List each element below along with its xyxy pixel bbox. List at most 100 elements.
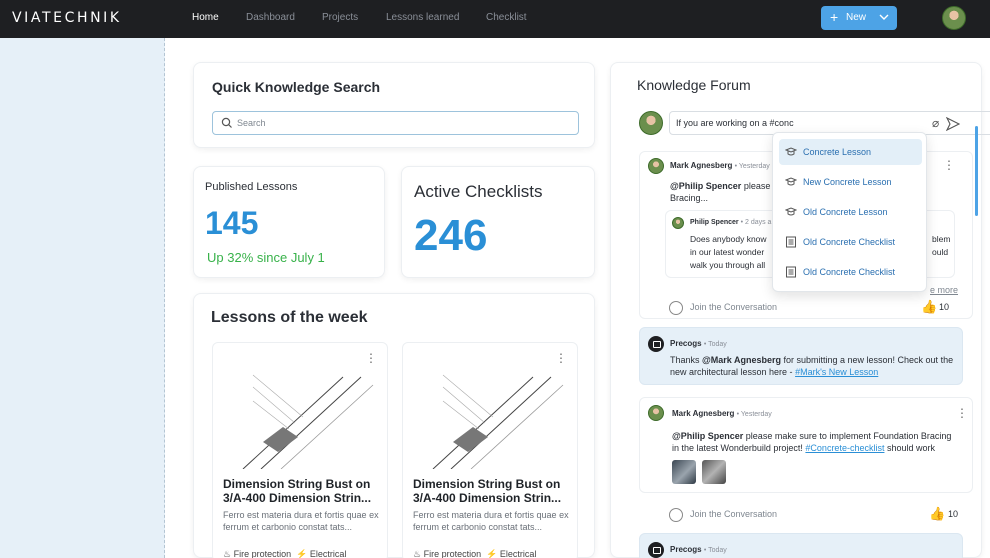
lesson-title: Dimension String Bust on 3/A-400 Dimensi…	[223, 477, 372, 505]
post-author: Precogs • Today	[670, 339, 727, 348]
new-button[interactable]: + New	[821, 6, 897, 30]
lessons-week-title: Lessons of the week	[211, 309, 368, 326]
tag-electrical: Electrical	[499, 549, 537, 558]
author-avatar	[648, 405, 664, 421]
paperclip-icon[interactable]: ⌀	[932, 116, 939, 130]
tag-fire-protection: Fire protection	[233, 549, 292, 558]
suggestion-label: Old Concrete Checklist	[803, 267, 896, 277]
tag-fire-protection: Fire protection	[423, 549, 482, 558]
post-body: @Philip Spencer please m	[670, 181, 781, 191]
suggestion-old-concrete-checklist[interactable]: Old Concrete Checklist	[779, 259, 922, 285]
thumbs-up-icon[interactable]: 👍	[929, 506, 945, 522]
app-logo[interactable]: VIATECHNIK	[12, 10, 122, 26]
plus-icon: +	[830, 9, 839, 25]
new-button-label: New	[846, 12, 867, 23]
image-thumbnail[interactable]	[672, 460, 696, 484]
post-author: Precogs • Today	[670, 545, 727, 554]
lesson-drawing	[432, 374, 564, 469]
checklist-link[interactable]: #Concrete-checklist	[805, 443, 884, 453]
lesson-description: Ferro est materia dura et fortis quae ex…	[413, 510, 569, 532]
quick-search-card: Quick Knowledge Search Search	[193, 62, 595, 148]
join-conversation-link[interactable]: Join the Conversation	[690, 509, 777, 519]
forum-title: Knowledge Forum	[637, 77, 751, 93]
fire-icon: ♨	[413, 549, 422, 558]
reply-line: in our latest wonder	[690, 247, 765, 257]
author-avatar	[648, 158, 664, 174]
reply-author: Philip Spencer • 2 days a	[690, 219, 772, 226]
reply-line: Does anybody know	[690, 234, 767, 244]
user-avatar	[639, 111, 663, 135]
quick-search-title: Quick Knowledge Search	[212, 79, 381, 95]
more-options-icon[interactable]: ⋮	[956, 407, 968, 419]
reply-line: walk you through all	[690, 260, 766, 270]
left-sidebar	[0, 38, 165, 558]
top-navigation-bar: VIATECHNIK Home Dashboard Projects Lesso…	[0, 0, 990, 38]
post-body-cont: in the latest Wonderbuild project! #Conc…	[672, 443, 935, 453]
suggestion-old-concrete-lesson[interactable]: Old Concrete Lesson	[779, 199, 922, 225]
forum-input-value: If you are working on a #conc	[676, 118, 794, 128]
suggestion-concrete-lesson[interactable]: Concrete Lesson	[779, 139, 922, 165]
like-count: 10	[948, 509, 959, 519]
suggestion-label: Old Concrete Checklist	[803, 237, 896, 247]
suggestion-label: New Concrete Lesson	[803, 177, 892, 187]
electrical-icon: ⚡	[296, 549, 308, 558]
reply-line: ould	[932, 247, 949, 257]
forum-post: Precogs • Today	[639, 533, 963, 558]
lesson-link[interactable]: #Mark's New Lesson	[795, 367, 878, 377]
published-lessons-trend: Up 32% since July 1	[207, 250, 325, 265]
search-input[interactable]: Search	[212, 111, 579, 135]
see-more-link[interactable]: e more	[930, 285, 958, 295]
active-checklists-count: 246	[414, 211, 488, 260]
electrical-icon: ⚡	[486, 549, 498, 558]
graduation-cap-icon	[785, 177, 797, 186]
lesson-tags: ♨ Fire protection ⚡ Electrical	[223, 549, 346, 558]
lessons-of-the-week-card: Lessons of the week ⋮ Dimension String B…	[193, 293, 595, 558]
tag-electrical: Electrical	[309, 549, 347, 558]
lesson-card[interactable]: ⋮ Dimension String Bust on 3/A-400 Dimen…	[212, 342, 388, 558]
nav-item-dashboard[interactable]: Dashboard	[246, 12, 295, 23]
published-lessons-card: Published Lessons 145 Up 32% since July …	[193, 166, 385, 278]
published-lessons-title: Published Lessons	[205, 181, 298, 193]
user-avatar[interactable]	[942, 6, 966, 30]
search-icon	[221, 117, 232, 128]
reply-author-avatar	[672, 217, 684, 229]
nav-item-lessons-learned[interactable]: Lessons learned	[386, 12, 459, 23]
comment-icon	[669, 508, 683, 522]
suggestion-label: Concrete Lesson	[803, 147, 872, 157]
forum-post: Mark Agnesberg • Yesterday ⋮ @Philip Spe…	[639, 397, 973, 493]
image-thumbnail[interactable]	[702, 460, 726, 484]
forum-post: Precogs • Today Thanks @Mark Agnesberg f…	[639, 327, 963, 385]
post-author: Mark Agnesberg • Yesterday	[672, 409, 772, 418]
like-count: 10	[939, 302, 950, 312]
checklist-icon	[786, 236, 796, 248]
active-checklists-title: Active Checklists	[414, 182, 543, 201]
suggestion-new-concrete-lesson[interactable]: New Concrete Lesson	[779, 169, 922, 195]
lesson-title: Dimension String Bust on 3/A-400 Dimensi…	[413, 477, 562, 505]
precogs-avatar	[648, 336, 664, 352]
lesson-tags: ♨ Fire protection ⚡ Electrical	[413, 549, 536, 558]
lesson-description: Ferro est materia dura et fortis quae ex…	[223, 510, 379, 532]
precogs-avatar	[648, 542, 664, 558]
checklist-icon	[786, 266, 796, 278]
fire-icon: ♨	[223, 549, 232, 558]
reply-line: blem	[932, 234, 951, 244]
published-lessons-count: 145	[205, 205, 259, 241]
post-body-cont: new architectural lesson here - #Mark's …	[670, 367, 879, 377]
suggestion-label: Old Concrete Lesson	[803, 207, 888, 217]
nav-item-projects[interactable]: Projects	[322, 12, 358, 23]
thumbs-up-icon[interactable]: 👍	[921, 299, 937, 315]
nav-item-home[interactable]: Home	[192, 12, 219, 23]
suggestion-old-concrete-checklist[interactable]: Old Concrete Checklist	[779, 229, 922, 255]
nav-item-checklist[interactable]: Checklist	[486, 12, 527, 23]
join-conversation-link[interactable]: Join the Conversation	[690, 302, 777, 312]
more-options-icon[interactable]: ⋮	[943, 159, 955, 171]
active-checklists-card: Active Checklists 246	[401, 166, 595, 278]
comment-icon	[669, 301, 683, 315]
lesson-card[interactable]: ⋮ Dimension String Bust on 3/A-400 Dimen…	[402, 342, 578, 558]
graduation-cap-icon	[785, 147, 797, 156]
forum-scrollbar[interactable]	[975, 126, 978, 216]
send-icon[interactable]	[946, 117, 960, 131]
post-body-cont: Bracing...	[670, 193, 709, 203]
lesson-drawing	[242, 374, 374, 469]
post-body: Thanks @Mark Agnesberg for submitting a …	[670, 355, 954, 365]
